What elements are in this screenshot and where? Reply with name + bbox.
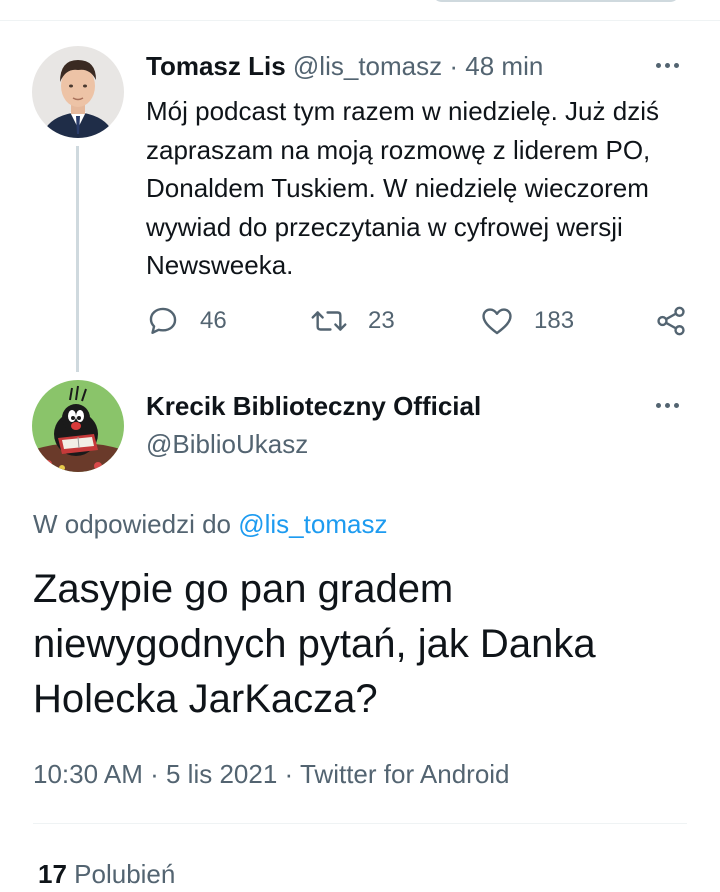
parent-time-ago[interactable]: 48 min <box>465 51 543 81</box>
reply-icon <box>149 307 177 334</box>
top-button-partial[interactable] <box>432 0 680 2</box>
like-count: 183 <box>534 307 575 334</box>
replying-to-handle-link[interactable]: @lis_tomasz <box>238 509 387 539</box>
retweet-icon <box>311 311 347 331</box>
retweet-count: 23 <box>368 307 395 334</box>
parent-tweet-text: Mój podcast tym razem w niedzielę. Już d… <box>146 96 659 280</box>
thread-connector-line <box>76 146 79 372</box>
reply-time[interactable]: 10:30 AM <box>33 759 143 789</box>
share-icon <box>657 306 685 336</box>
replying-to-label: W odpowiedzi do <box>33 509 231 539</box>
meta-separator: · <box>150 759 159 789</box>
share-button[interactable] <box>654 298 688 344</box>
like-icon <box>482 308 512 335</box>
parent-author-handle[interactable]: @lis_tomasz <box>293 51 442 81</box>
likes-stat[interactable]: 17 Polubień <box>38 856 175 892</box>
more-options-icon[interactable] <box>656 403 679 408</box>
parent-author-avatar[interactable] <box>32 46 124 138</box>
parent-tweet-header: Tomasz Lis @lis_tomasz · 48 min <box>146 48 543 84</box>
reply-author-name[interactable]: Krecik Biblioteczny Official <box>146 388 481 424</box>
stats-divider <box>33 823 687 824</box>
reply-button[interactable]: 46 <box>146 298 227 344</box>
mole-cartoon-avatar-icon <box>32 380 124 472</box>
more-options-icon[interactable] <box>656 63 679 68</box>
reply-count: 46 <box>200 307 227 334</box>
reply-author-avatar[interactable] <box>32 380 124 472</box>
header-separator: · <box>449 51 459 81</box>
reply-tweet-meta: 10:30 AM · 5 lis 2021 · Twitter for Andr… <box>33 756 510 792</box>
meta-separator: · <box>284 759 294 789</box>
like-button[interactable]: 183 <box>480 298 574 344</box>
top-divider <box>0 20 720 21</box>
reply-source[interactable]: Twitter for Android <box>300 759 510 789</box>
reply-tweet-text: Zasypie go pan gradem niewygodnych pytań… <box>33 567 596 721</box>
parent-tweet-actions: 46 23 183 <box>146 298 692 344</box>
reply-date[interactable]: 5 lis 2021 <box>166 759 277 789</box>
retweet-button[interactable]: 23 <box>310 298 395 344</box>
reply-author-handle[interactable]: @BiblioUkasz <box>146 426 308 462</box>
avatar-photo-icon <box>32 46 124 138</box>
replying-to-line: W odpowiedzi do @lis_tomasz <box>33 506 387 542</box>
likes-label: Polubień <box>74 859 176 889</box>
parent-author-name[interactable]: Tomasz Lis <box>146 51 286 81</box>
likes-count: 17 <box>38 859 67 889</box>
